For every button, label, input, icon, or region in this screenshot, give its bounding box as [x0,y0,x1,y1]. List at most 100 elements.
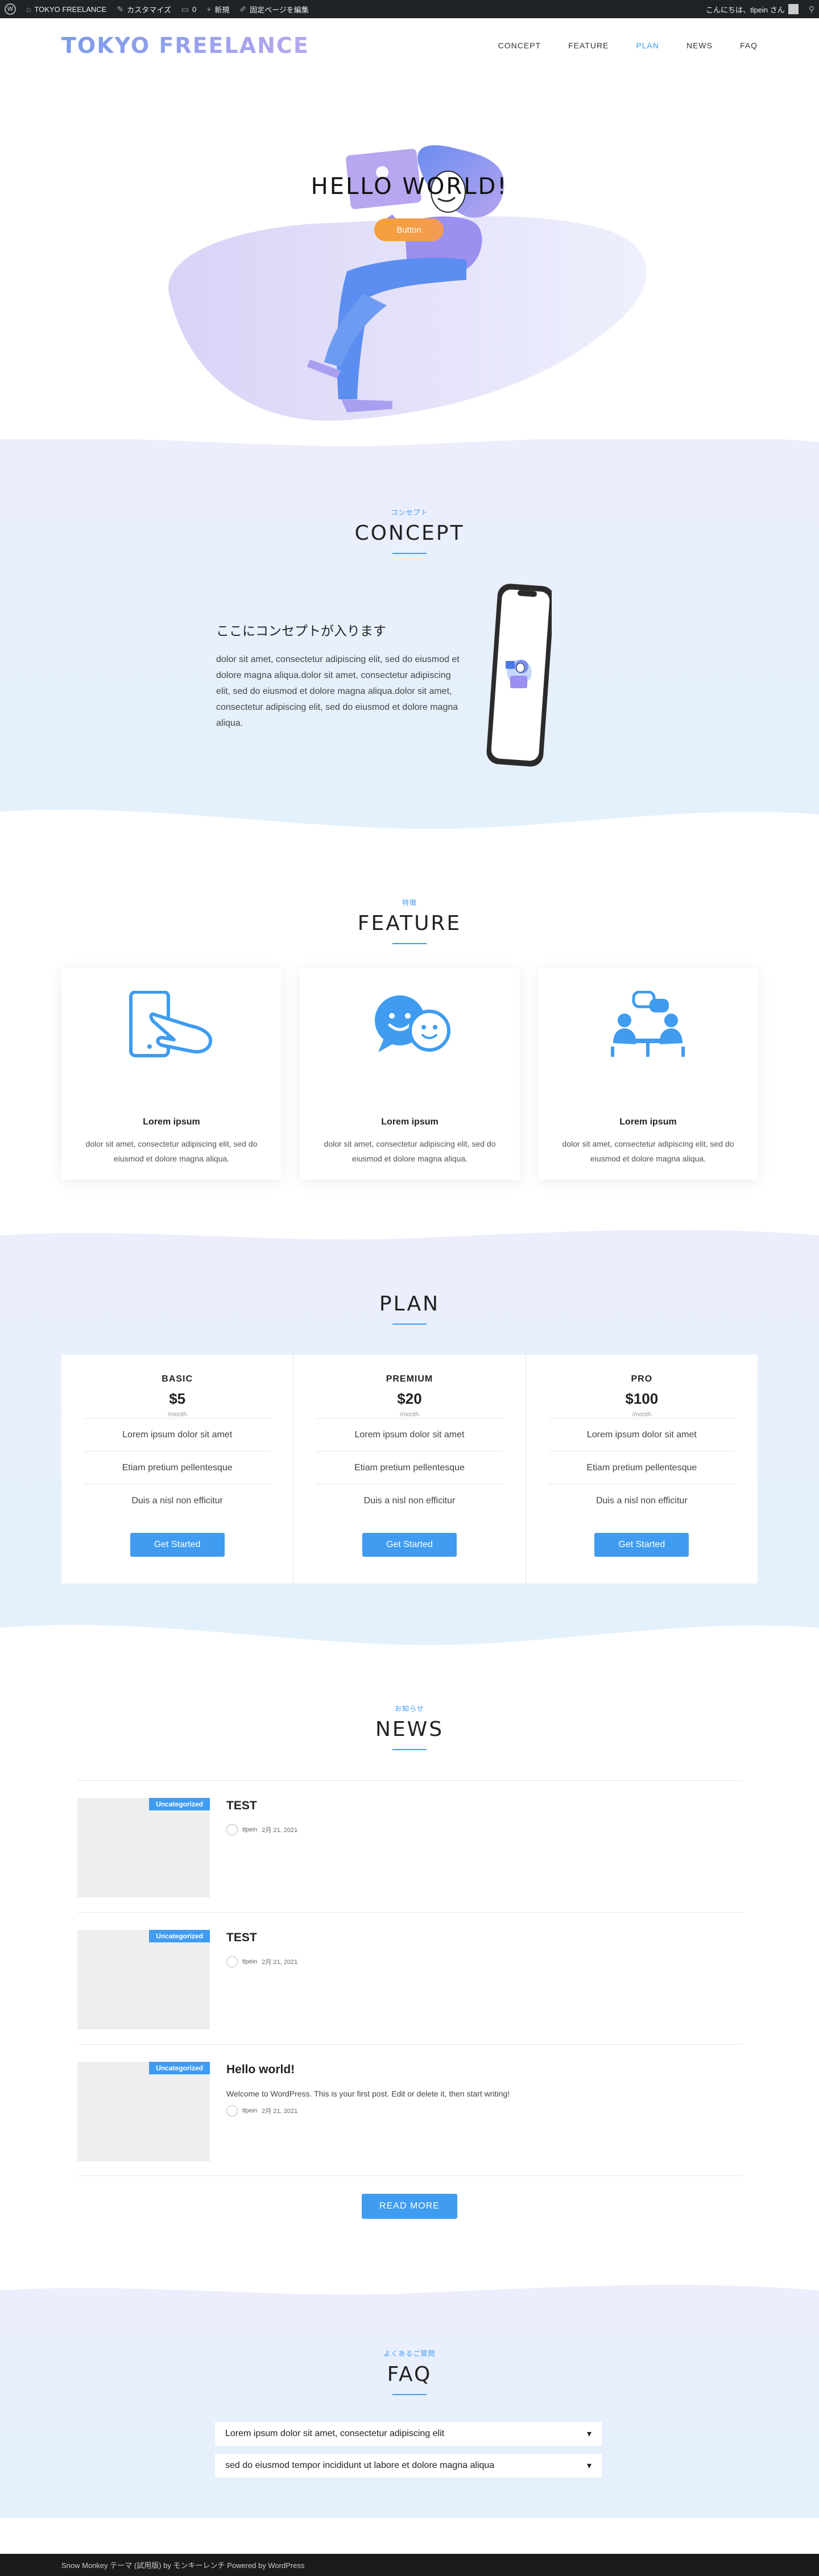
plan-name: BASIC [162,1374,193,1384]
concept-divider [392,553,427,554]
plan-feature: Etiam pretium pellentesque [84,1451,271,1484]
search-icon[interactable]: ⚲ [809,5,814,14]
plan-feature: Duis a nisl non efficitur [316,1484,503,1517]
news-item[interactable]: Uncategorized Hello world! Welcome to Wo… [77,2044,742,2176]
plan-price: $5 [169,1390,186,1407]
feature-cards: Lorem ipsum dolor sit amet, consectetur … [61,968,758,1180]
feature-card-title: Lorem ipsum [381,1117,439,1127]
hero-button[interactable]: Button [374,218,444,241]
site-header: TOKYO FREELANCE CONCEPT FEATURE PLAN NEW… [0,18,819,72]
admin-edit-page-link[interactable]: ✐ 固定ページを編集 [239,4,308,15]
admin-greeting: こんにちは、tlpein さん [706,5,785,14]
chevron-down-icon: ▾ [586,2429,592,2439]
plan-period: /month [632,1411,652,1418]
brush-icon: ✎ [117,4,124,14]
news-divider [392,1749,427,1750]
plan-table: BASIC $5 /month Lorem ipsum dolor sit am… [61,1355,758,1583]
author-avatar [226,2105,238,2116]
faq-title: FAQ [387,2363,432,2386]
phone-illustration [486,584,552,767]
plan-period: /month [400,1411,419,1418]
get-started-button[interactable]: Get Started [130,1533,225,1557]
faq-question[interactable]: Lorem ipsum dolor sit amet, consectetur … [215,2422,602,2446]
plan-feature: Etiam pretium pellentesque [316,1451,503,1484]
admin-edit-page-label: 固定ページを編集 [250,5,309,14]
feature-card-title: Lorem ipsum [143,1117,200,1127]
nav-feature[interactable]: FEATURE [568,41,609,50]
news-title: NEWS [375,1718,444,1741]
concept-text: ここにコンセプトが入ります dolor sit amet, consectetu… [216,620,461,731]
wordpress-logo-icon[interactable]: W [5,3,16,15]
news-title[interactable]: TEST [226,1799,257,1813]
news-section: お知らせ NEWS Uncategorized TEST tlpein 2月 2… [0,1651,819,2285]
news-item[interactable]: Uncategorized TEST tlpein 2月 21, 2021 [77,1912,742,2044]
admin-site-name: TOKYO FREELANCE [34,5,107,14]
nav-faq[interactable]: FAQ [740,41,758,50]
feature-card-text: dolor sit amet, consectetur adipiscing e… [562,1139,734,1163]
chevron-down-icon: ▾ [586,2461,592,2471]
plan-inner: PLAN BASIC $5 /month Lorem ipsum dolor s… [0,1230,819,1583]
get-started-button[interactable]: Get Started [594,1533,689,1557]
nav-concept[interactable]: CONCEPT [498,41,541,50]
pencil-icon: ✐ [239,4,247,14]
news-meta: tlpein 2月 21, 2021 [226,1956,297,1967]
news-thumbnail[interactable]: Uncategorized [77,2062,210,2161]
read-more-button[interactable]: READ MORE [362,2194,457,2219]
hero-title: HELLO WORLD! [311,173,508,200]
admin-new-link[interactable]: + 新規 [206,4,229,15]
news-category-badge: Uncategorized [149,1798,210,1810]
concept-inner: コンセプト CONCEPT ここにコンセプトが入ります dolor sit am… [0,439,819,767]
plan-feature: Duis a nisl non efficitur [548,1484,735,1517]
faq-divider [392,2394,427,2395]
concept-heading: ここにコンセプトが入ります [216,623,386,638]
nav-news[interactable]: NEWS [686,41,713,50]
hero-illustration [168,145,647,421]
news-title[interactable]: Hello world! [226,2063,295,2077]
feature-card: Lorem ipsum dolor sit amet, consectetur … [61,968,282,1180]
concept-eyebrow: コンセプト [391,508,428,516]
admin-bar-right: こんにちは、tlpein さん ⚲ [706,4,814,15]
feature-card-text: dolor sit amet, consectetur adipiscing e… [324,1139,496,1163]
news-meta: tlpein 2月 21, 2021 [226,2105,297,2116]
news-excerpt: Welcome to WordPress. This is your first… [226,2089,510,2098]
phone-touch-icon [129,991,213,1057]
faq-question[interactable]: sed do eiusmod tempor incididunt ut labo… [215,2454,602,2478]
news-thumbnail[interactable]: Uncategorized [77,1930,210,2029]
plan-column-pro: PRO $100 /month Lorem ipsum dolor sit am… [526,1355,758,1583]
site-footer: Snow Monkey テーマ (試用版) by モンキーレンチ Powered… [0,2554,819,2576]
admin-customize-link[interactable]: ✎ カスタマイズ [117,4,171,15]
plan-section: PLAN BASIC $5 /month Lorem ipsum dolor s… [0,1230,819,1651]
admin-comments-link[interactable]: ▭ 0 [181,5,196,14]
comment-icon: ▭ [181,4,189,14]
plan-column-basic: BASIC $5 /month Lorem ipsum dolor sit am… [61,1355,294,1583]
admin-site-link[interactable]: ⌂ TOKYO FREELANCE [26,5,106,14]
home-icon: ⌂ [26,5,31,14]
faq-eyebrow: よくあるご質問 [383,2350,436,2358]
plan-divider [392,1324,427,1325]
plan-feature: Lorem ipsum dolor sit amet [84,1418,271,1451]
plan-name: PRO [631,1374,653,1384]
faq-inner: よくあるご質問 FAQ Lorem ipsum dolor sit amet, … [0,2285,819,2478]
news-eyebrow: お知らせ [395,1705,424,1713]
news-author: tlpein [242,1958,258,1965]
feature-section: 特徴 FEATURE Lorem ipsum dolor sit amet, c… [0,837,819,1225]
faq-section: よくあるご質問 FAQ Lorem ipsum dolor sit amet, … [0,2285,819,2518]
plan-feature: Duis a nisl non efficitur [84,1484,271,1517]
nav-plan[interactable]: PLAN [636,41,659,50]
faq-question-text: Lorem ipsum dolor sit amet, consectetur … [225,2429,445,2438]
site-logo[interactable]: TOKYO FREELANCE [61,33,309,58]
news-date: 2月 21, 2021 [262,1827,298,1834]
plan-name: PREMIUM [386,1374,433,1384]
admin-bar: W ⌂ TOKYO FREELANCE ✎ カスタマイズ ▭ 0 + 新規 ✐ 固定ページ… [0,0,819,18]
admin-account-link[interactable]: こんにちは、tlpein さん [706,4,799,15]
news-title[interactable]: TEST [226,1931,257,1945]
news-item[interactable]: Uncategorized TEST tlpein 2月 21, 2021 [77,1780,742,1912]
news-thumbnail[interactable]: Uncategorized [77,1798,210,1897]
get-started-button[interactable]: Get Started [362,1533,457,1557]
avatar [788,4,799,14]
concept-section: コンセプト CONCEPT ここにコンセプトが入ります dolor sit am… [0,439,819,837]
feature-card-title: Lorem ipsum [619,1117,677,1127]
plan-period: /month [167,1411,187,1418]
plan-feature: Etiam pretium pellentesque [548,1451,735,1484]
feature-divider [392,943,427,944]
